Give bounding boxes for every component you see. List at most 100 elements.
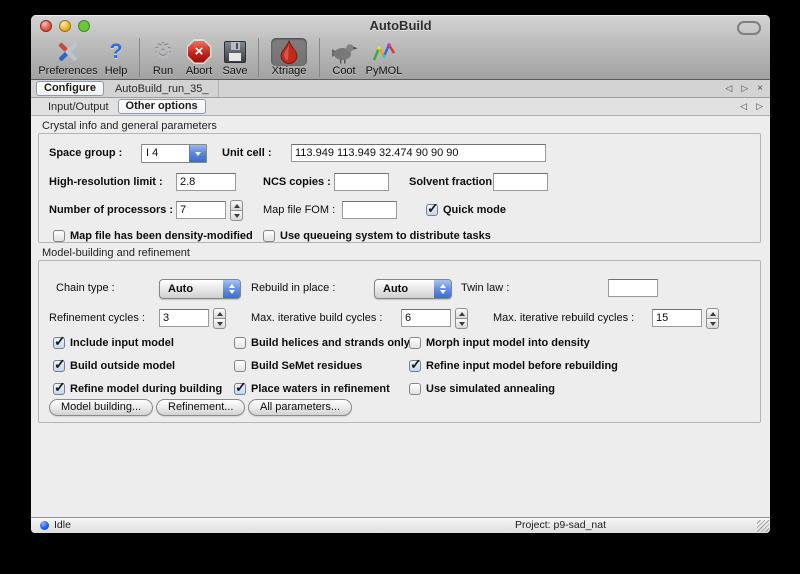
checkbox-icon[interactable]	[426, 204, 438, 216]
popup-arrows-icon[interactable]	[434, 280, 451, 298]
checkbox-icon[interactable]	[53, 383, 65, 395]
twin-law-label: Twin law :	[461, 279, 509, 298]
crystal-group-legend: Crystal info and general parameters	[42, 120, 217, 132]
tab-configure-label: Configure	[44, 82, 96, 94]
checkbox-icon[interactable]	[234, 337, 246, 349]
num-processors-stepper[interactable]	[230, 200, 243, 220]
high-res-field[interactable]	[176, 173, 236, 191]
simulated-annealing-checkbox[interactable]: Use simulated annealing	[409, 380, 555, 398]
refine-during-building-checkbox[interactable]: Refine model during building	[53, 380, 222, 398]
tab-configure[interactable]: Configure	[36, 81, 104, 96]
all-parameters-button[interactable]: All parameters...	[248, 399, 352, 416]
build-helices-checkbox[interactable]: Build helices and strands only	[234, 334, 410, 352]
bird-icon	[330, 38, 358, 65]
toolbar-label: Coot	[332, 65, 355, 77]
refine-during-building-label: Refine model during building	[70, 383, 222, 395]
space-group-combo[interactable]: I 4	[141, 144, 207, 163]
rebuild-in-place-popup[interactable]: Auto	[374, 279, 452, 299]
toolbar-xtriage-button[interactable]: Xtriage	[265, 37, 313, 77]
refinement-button[interactable]: Refinement...	[156, 399, 245, 416]
morph-input-model-checkbox[interactable]: Morph input model into density	[409, 334, 590, 352]
checkbox-icon[interactable]	[53, 360, 65, 372]
build-semet-checkbox[interactable]: Build SeMet residues	[234, 357, 362, 375]
unit-cell-label: Unit cell :	[222, 144, 272, 163]
status-bar: Idle Project: p9-sad_nat	[31, 517, 770, 533]
checkbox-icon[interactable]	[53, 337, 65, 349]
tab-other-options-label: Other options	[126, 100, 198, 112]
tab-autobuild-run-35[interactable]: AutoBuild_run_35_	[106, 80, 219, 97]
toolbar-toggle-button[interactable]	[737, 21, 761, 35]
refine-before-rebuilding-label: Refine input model before rebuilding	[426, 360, 618, 372]
density-modified-checkbox[interactable]: Map file has been density-modified	[53, 227, 253, 245]
place-waters-label: Place waters in refinement	[251, 383, 390, 395]
toolbar-label: Xtriage	[272, 65, 307, 77]
crystal-group-box: Space group : I 4 Unit cell : High-resol…	[38, 133, 761, 243]
toolbar-run-button[interactable]: ⚙ Run	[146, 37, 180, 77]
toolbar-preferences-button[interactable]: Preferences	[37, 37, 99, 77]
tab-scroll-left-icon[interactable]: ◁	[725, 83, 732, 94]
window-chrome: AutoBuild Prefe	[31, 15, 770, 80]
toolbar-save-button[interactable]: Save	[218, 37, 252, 77]
subtab-scroll-left-icon[interactable]: ◁	[740, 101, 747, 112]
chain-type-popup[interactable]: Auto	[159, 279, 241, 299]
tab-input-output[interactable]: Input/Output	[39, 98, 118, 115]
solvent-fraction-field[interactable]	[493, 173, 548, 191]
twin-law-field[interactable]	[608, 279, 658, 297]
stepper-down-icon[interactable]	[455, 318, 468, 329]
rebuild-cycles-field[interactable]	[652, 309, 702, 327]
place-waters-checkbox[interactable]: Place waters in refinement	[234, 380, 390, 398]
include-input-model-checkbox[interactable]: Include input model	[53, 334, 174, 352]
build-helices-label: Build helices and strands only	[251, 337, 410, 349]
stepper-up-icon[interactable]	[455, 308, 468, 318]
stepper-down-icon[interactable]	[706, 318, 719, 329]
stepper-up-icon[interactable]	[230, 200, 243, 210]
checkbox-icon[interactable]	[53, 230, 65, 242]
queueing-system-label: Use queueing system to distribute tasks	[280, 230, 491, 242]
unit-cell-field[interactable]	[291, 144, 546, 162]
num-processors-field[interactable]	[176, 201, 226, 219]
refine-before-rebuilding-checkbox[interactable]: Refine input model before rebuilding	[409, 357, 618, 375]
main-tab-bar: Configure AutoBuild_run_35_ ◁ ▷ ×	[31, 80, 770, 98]
model-group-legend: Model-building and refinement	[42, 247, 190, 259]
toolbar-pymol-button[interactable]: PyMOL	[362, 37, 406, 77]
tab-other-options[interactable]: Other options	[118, 99, 206, 114]
queueing-system-checkbox[interactable]: Use queueing system to distribute tasks	[263, 227, 491, 245]
map-file-fom-field[interactable]	[342, 201, 397, 219]
question-icon: ?	[110, 38, 123, 65]
rebuild-in-place-label: Rebuild in place :	[251, 279, 335, 298]
ncs-copies-field[interactable]	[334, 173, 389, 191]
stepper-down-icon[interactable]	[213, 318, 226, 329]
subtab-scroll-right-icon[interactable]: ▷	[756, 101, 763, 112]
refinement-cycles-field[interactable]	[159, 309, 209, 327]
quick-mode-label: Quick mode	[443, 204, 506, 216]
stepper-up-icon[interactable]	[706, 308, 719, 318]
refinement-cycles-label: Refinement cycles :	[49, 309, 145, 328]
build-cycles-stepper[interactable]	[455, 308, 468, 328]
popup-arrows-icon[interactable]	[223, 280, 240, 298]
checkbox-icon[interactable]	[234, 383, 246, 395]
num-processors-label: Number of processors :	[49, 201, 173, 220]
stepper-down-icon[interactable]	[230, 210, 243, 221]
toolbar-coot-button[interactable]: Coot	[326, 37, 362, 77]
checkbox-icon[interactable]	[234, 360, 246, 372]
toolbar-abort-button[interactable]: × Abort	[180, 37, 218, 77]
checkbox-icon[interactable]	[409, 360, 421, 372]
toolbar-help-button[interactable]: ? Help	[99, 37, 133, 77]
resize-grip[interactable]	[757, 520, 769, 532]
tab-scroll-right-icon[interactable]: ▷	[741, 83, 748, 94]
checkbox-icon[interactable]	[409, 337, 421, 349]
model-building-button[interactable]: Model building...	[49, 399, 153, 416]
ncs-copies-label: NCS copies :	[263, 173, 331, 192]
build-outside-model-checkbox[interactable]: Build outside model	[53, 357, 175, 375]
checkbox-icon[interactable]	[409, 383, 421, 395]
rebuild-cycles-stepper[interactable]	[706, 308, 719, 328]
tab-close-icon[interactable]: ×	[757, 83, 763, 94]
checkbox-icon[interactable]	[263, 230, 275, 242]
window-title: AutoBuild	[31, 15, 770, 37]
build-cycles-field[interactable]	[401, 309, 451, 327]
stepper-up-icon[interactable]	[213, 308, 226, 318]
drop-icon	[271, 38, 307, 65]
combo-dropdown-icon[interactable]	[189, 145, 206, 162]
refinement-cycles-stepper[interactable]	[213, 308, 226, 328]
quick-mode-checkbox[interactable]: Quick mode	[426, 201, 506, 219]
